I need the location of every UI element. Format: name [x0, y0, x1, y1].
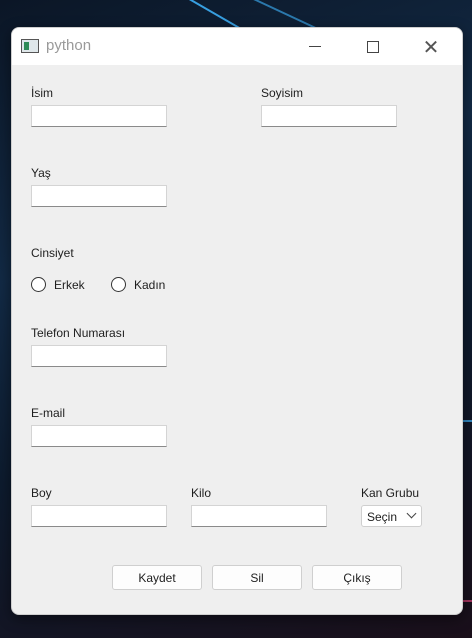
- exit-button[interactable]: Çıkış: [312, 565, 402, 590]
- close-button[interactable]: ✕: [408, 28, 454, 65]
- email-label: E-mail: [31, 406, 66, 420]
- background-streak: [233, 0, 317, 29]
- kan-grubu-select[interactable]: Seçin: [361, 505, 422, 527]
- telefon-input[interactable]: [31, 345, 167, 367]
- yas-label: Yaş: [31, 166, 51, 180]
- erkek-radio[interactable]: [31, 277, 46, 292]
- kilo-input[interactable]: [191, 505, 327, 527]
- kilo-label: Kilo: [191, 486, 212, 500]
- boy-label: Boy: [31, 486, 52, 500]
- kan-grubu-label: Kan Grubu: [361, 486, 420, 500]
- isim-label: İsim: [31, 86, 53, 100]
- python-app-icon: [21, 39, 39, 53]
- title-bar[interactable]: python ✕: [12, 28, 462, 65]
- yas-input[interactable]: [31, 185, 167, 207]
- delete-button[interactable]: Sil: [212, 565, 302, 590]
- save-button[interactable]: Kaydet: [112, 565, 202, 590]
- minimize-icon: [309, 46, 321, 47]
- soyisim-label: Soyisim: [261, 86, 304, 100]
- cinsiyet-label: Cinsiyet: [31, 246, 74, 260]
- kadin-radio-label[interactable]: Kadın: [134, 278, 165, 292]
- minimize-button[interactable]: [292, 28, 338, 65]
- boy-input[interactable]: [31, 505, 167, 527]
- soyisim-input[interactable]: [261, 105, 397, 127]
- telefon-label: Telefon Numarası: [31, 326, 126, 340]
- kan-grubu-selected-value: Seçin: [367, 510, 398, 524]
- email-input[interactable]: [31, 425, 167, 447]
- maximize-icon: [367, 40, 379, 53]
- app-window: python ✕ İsim Soyisim Yaş Cinsiyet Erkek…: [11, 27, 463, 615]
- window-title: python: [46, 37, 92, 54]
- chevron-down-icon: [406, 508, 417, 519]
- close-icon: ✕: [422, 34, 440, 59]
- maximize-button[interactable]: [350, 28, 396, 65]
- erkek-radio-label[interactable]: Erkek: [54, 278, 85, 292]
- isim-input[interactable]: [31, 105, 167, 127]
- kadin-radio[interactable]: [111, 277, 126, 292]
